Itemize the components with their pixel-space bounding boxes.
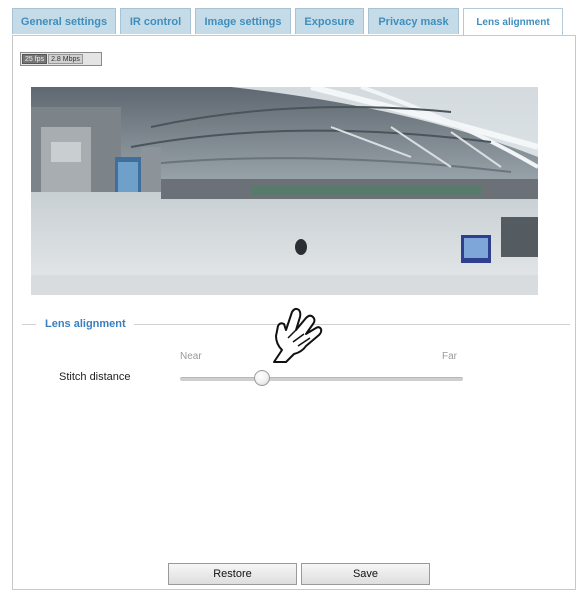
- stream-status-bar: 25 fps 2.8 Mbps: [20, 52, 102, 66]
- slider-min-label: Near: [180, 351, 202, 362]
- stitch-distance-label: Stitch distance: [59, 371, 131, 383]
- status-bitrate: 2.8 Mbps: [48, 54, 83, 64]
- status-fps: 25 fps: [22, 54, 48, 64]
- tab-ir-control[interactable]: IR control: [120, 8, 191, 34]
- save-button[interactable]: Save: [301, 563, 430, 585]
- tab-general-settings[interactable]: General settings: [12, 8, 116, 34]
- group-title: Lens alignment: [45, 318, 126, 330]
- tab-bar: General settings IR control Image settin…: [12, 8, 576, 36]
- legend-dash: [24, 323, 36, 325]
- tab-image-settings[interactable]: Image settings: [195, 8, 291, 34]
- tab-lens-alignment[interactable]: Lens alignment: [463, 8, 563, 36]
- pointing-hand-icon: [273, 307, 323, 363]
- slider-handle[interactable]: [254, 370, 271, 386]
- stitch-distance-slider[interactable]: [180, 377, 463, 381]
- tab-privacy-mask[interactable]: Privacy mask: [368, 8, 459, 34]
- panorama-scene-image: [31, 87, 538, 295]
- live-view-image: [31, 87, 538, 295]
- tab-exposure[interactable]: Exposure: [295, 8, 364, 34]
- slider-max-label: Far: [442, 351, 457, 362]
- lens-alignment-group: Lens alignment: [24, 317, 134, 331]
- restore-button[interactable]: Restore: [168, 563, 297, 585]
